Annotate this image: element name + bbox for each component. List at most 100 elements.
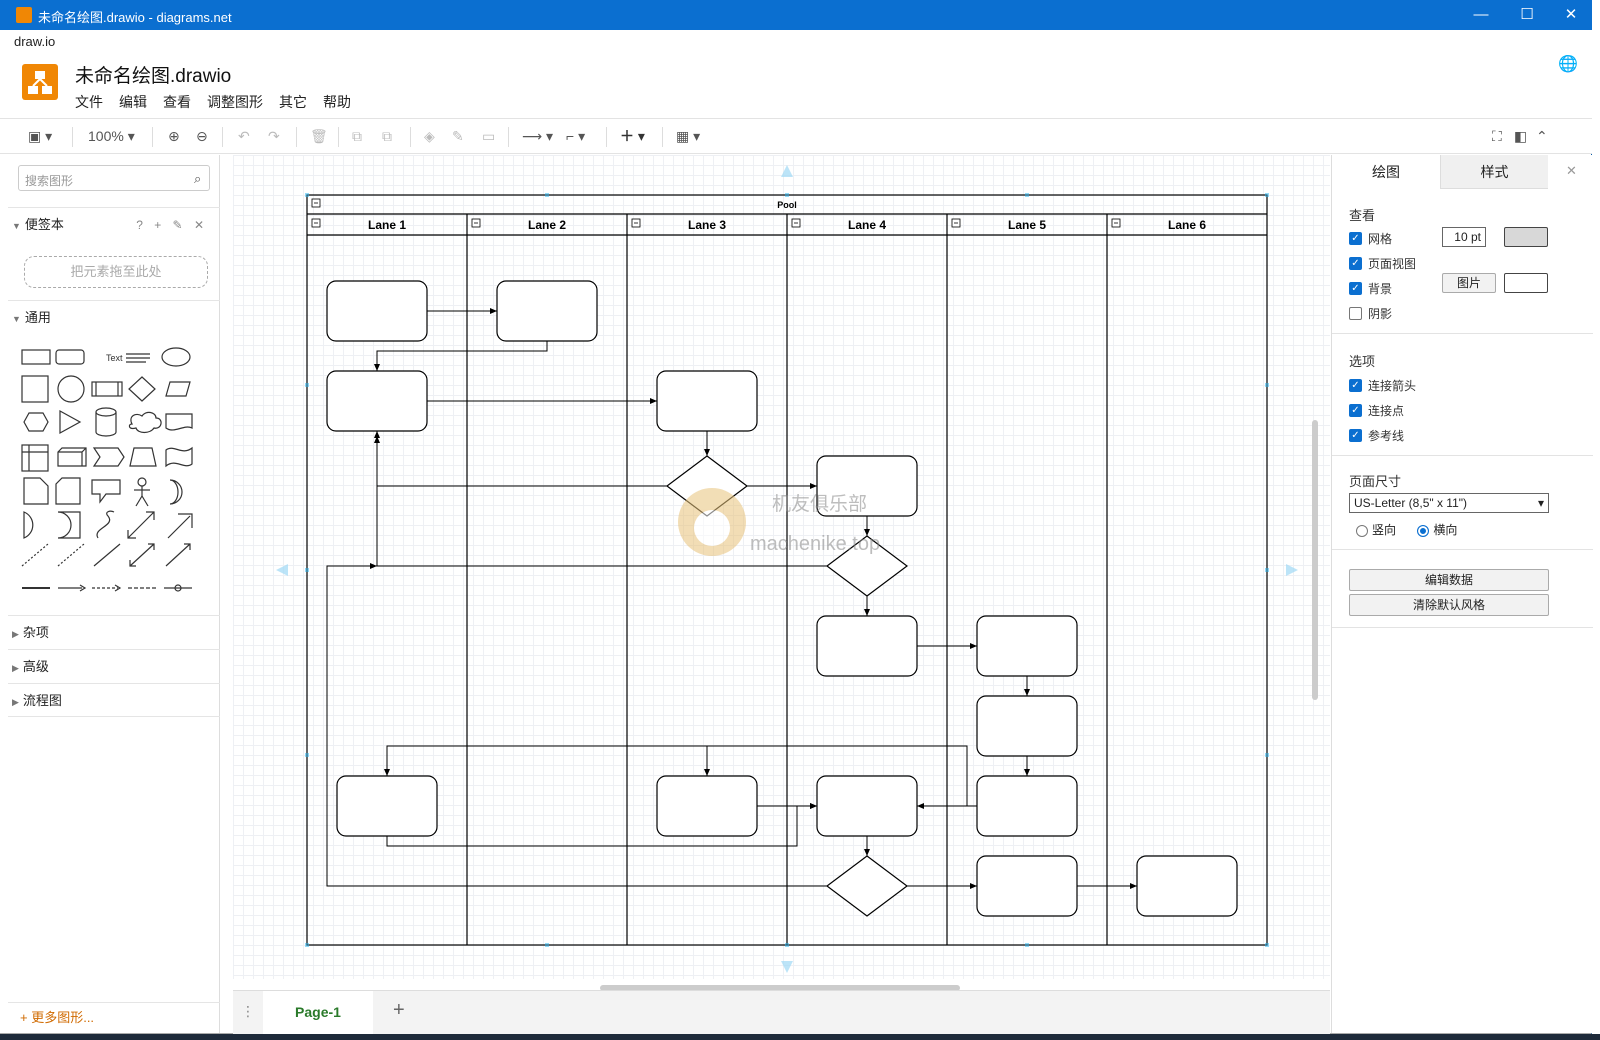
menu-extras[interactable]: 其它 xyxy=(279,92,307,112)
process-node[interactable] xyxy=(976,855,1078,917)
checkbox-checked-icon[interactable]: ✓ xyxy=(1349,379,1362,392)
diagram-canvas[interactable]: Pool Lane 1 Lane 2 Lane 3 Lane 4 Lane 5 … xyxy=(233,155,1330,979)
general-section-header[interactable]: ▼ 通用 xyxy=(8,300,220,334)
language-globe-icon[interactable]: 🌐 xyxy=(1558,54,1578,74)
process-node[interactable] xyxy=(1136,855,1238,917)
close-window-button[interactable]: ✕ xyxy=(1548,0,1594,30)
scratchpad-tools[interactable]: ? + ✎ ✕ xyxy=(136,208,208,242)
tab-diagram[interactable]: 绘图 xyxy=(1332,155,1440,189)
format-panel-toggle-icon[interactable]: ▣ ▾ xyxy=(28,127,52,145)
page-view-option[interactable]: ✓ 页面视图 xyxy=(1349,255,1416,272)
background-label: 背景 xyxy=(1368,282,1393,296)
process-node[interactable] xyxy=(336,775,438,837)
process-node[interactable] xyxy=(656,775,758,837)
lane-label[interactable]: Lane 2 xyxy=(528,218,566,232)
title-bar[interactable]: 未命名绘图.drawio - diagrams.net — ☐ ✕ xyxy=(0,0,1592,30)
process-node[interactable] xyxy=(976,775,1078,837)
process-node[interactable] xyxy=(976,695,1078,757)
table-icon[interactable]: ▦ ▾ xyxy=(676,127,700,145)
swimlane-diagram[interactable]: Pool Lane 1 Lane 2 Lane 3 Lane 4 Lane 5 … xyxy=(233,155,1330,979)
toolbar-separator xyxy=(662,127,663,147)
redo-icon[interactable]: ↷ xyxy=(268,127,280,145)
grid-color-swatch[interactable] xyxy=(1504,227,1548,247)
shadow-option[interactable]: 阴影 xyxy=(1349,305,1392,322)
delete-icon[interactable]: 🗑 xyxy=(310,127,328,145)
fill-color-icon[interactable]: ◈ xyxy=(424,127,435,145)
grid-size-input[interactable]: 10 pt xyxy=(1442,227,1486,247)
process-node[interactable] xyxy=(326,370,428,432)
advanced-section-header[interactable]: ▶ 高级 xyxy=(8,649,220,683)
lane-label[interactable]: Lane 3 xyxy=(688,218,726,232)
format-toggle-icon[interactable]: ◧ xyxy=(1514,127,1527,145)
to-back-icon[interactable]: ⧉ xyxy=(382,127,392,145)
background-image-button[interactable]: 图片 xyxy=(1442,273,1496,293)
lane-label[interactable]: Lane 5 xyxy=(1008,218,1046,232)
process-node[interactable] xyxy=(326,280,428,342)
radio-unchecked-icon[interactable] xyxy=(1356,524,1368,537)
checkbox-checked-icon[interactable]: ✓ xyxy=(1349,404,1362,417)
fullscreen-icon[interactable]: ⛶ xyxy=(1492,127,1502,145)
page-size-select[interactable]: US-Letter (8,5" x 11") ▾ xyxy=(1349,493,1549,513)
process-node[interactable] xyxy=(656,370,758,432)
maximize-button[interactable]: ☐ xyxy=(1504,0,1550,30)
edit-data-button[interactable]: 编辑数据 xyxy=(1349,569,1549,591)
menu-edit[interactable]: 编辑 xyxy=(119,92,147,112)
shadow-icon[interactable]: ▭ xyxy=(482,127,495,145)
menu-view[interactable]: 查看 xyxy=(163,92,191,112)
landscape-option[interactable]: 横向 xyxy=(1417,523,1457,537)
minimize-button[interactable]: — xyxy=(1458,0,1504,30)
lane-label[interactable]: Lane 4 xyxy=(848,218,886,232)
process-node[interactable] xyxy=(496,280,598,342)
connection-points-option[interactable]: ✓ 连接点 xyxy=(1349,402,1404,419)
to-front-icon[interactable]: ⧉ xyxy=(352,127,362,145)
menu-help[interactable]: 帮助 xyxy=(323,92,351,112)
general-shapes-palette[interactable]: Text xyxy=(18,340,208,600)
flowchart-section-header[interactable]: ▶ 流程图 xyxy=(8,683,220,717)
more-shapes-button[interactable]: + 更多图形... xyxy=(8,1002,220,1032)
line-color-icon[interactable]: ✎ xyxy=(452,127,464,145)
background-color-swatch[interactable] xyxy=(1504,273,1548,293)
checkbox-checked-icon[interactable]: ✓ xyxy=(1349,257,1362,270)
lane-label[interactable]: Lane 1 xyxy=(368,218,406,232)
checkbox-unchecked-icon[interactable] xyxy=(1349,307,1362,320)
background-option[interactable]: ✓ 背景 xyxy=(1349,280,1392,297)
tab-style[interactable]: 样式 xyxy=(1440,155,1548,189)
pages-menu-icon[interactable]: ⋮ xyxy=(241,1003,255,1020)
process-node[interactable] xyxy=(976,615,1078,677)
connection-style-icon[interactable]: ⟶ ▾ xyxy=(522,127,553,145)
pool-label[interactable]: Pool xyxy=(777,200,797,210)
zoom-select[interactable]: 100% ▾ xyxy=(88,127,135,145)
portrait-label: 竖向 xyxy=(1372,523,1397,537)
vertical-scrollbar[interactable] xyxy=(1312,420,1318,700)
process-node[interactable] xyxy=(816,775,918,837)
checkbox-checked-icon[interactable]: ✓ xyxy=(1349,282,1362,295)
portrait-option[interactable]: 竖向 xyxy=(1356,523,1396,537)
connection-arrows-option[interactable]: ✓ 连接箭头 xyxy=(1349,377,1416,394)
scratchpad-header[interactable]: ▼ 便签本 ? + ✎ ✕ xyxy=(8,207,220,241)
zoom-in-icon[interactable]: ⊕ xyxy=(168,127,180,145)
search-input[interactable]: 搜索图形 xyxy=(18,165,210,191)
waypoints-icon[interactable]: ⌐ ▾ xyxy=(566,127,585,145)
checkbox-checked-icon[interactable]: ✓ xyxy=(1349,429,1362,442)
menu-file[interactable]: 文件 xyxy=(75,92,103,112)
page-tab[interactable]: Page-1 xyxy=(263,991,373,1035)
lane-label[interactable]: Lane 6 xyxy=(1168,218,1206,232)
scratchpad-dropzone[interactable]: 把元素拖至此处 xyxy=(24,256,208,288)
checkbox-checked-icon[interactable]: ✓ xyxy=(1349,232,1362,245)
process-node[interactable] xyxy=(816,615,918,677)
search-icon[interactable]: ⌕ xyxy=(194,171,201,187)
grid-option[interactable]: ✓ 网格 xyxy=(1349,230,1392,247)
menu-arrange[interactable]: 调整图形 xyxy=(207,92,263,112)
radio-checked-icon[interactable] xyxy=(1417,524,1430,537)
undo-icon[interactable]: ↶ xyxy=(238,127,250,145)
clear-default-style-button[interactable]: 清除默认风格 xyxy=(1349,594,1549,616)
misc-section-header[interactable]: ▶ 杂项 xyxy=(8,615,220,649)
close-panel-icon[interactable]: ✕ xyxy=(1566,163,1577,179)
guides-option[interactable]: ✓ 参考线 xyxy=(1349,427,1404,444)
zoom-out-icon[interactable]: ⊖ xyxy=(196,127,208,145)
file-title[interactable]: 未命名绘图.drawio xyxy=(75,61,231,88)
insert-plus-icon[interactable]: ＋ ▾ xyxy=(620,127,645,145)
add-page-button[interactable]: + xyxy=(393,999,405,1022)
collapse-icon[interactable]: ⌃ xyxy=(1536,127,1548,145)
decision-node[interactable] xyxy=(826,855,908,917)
